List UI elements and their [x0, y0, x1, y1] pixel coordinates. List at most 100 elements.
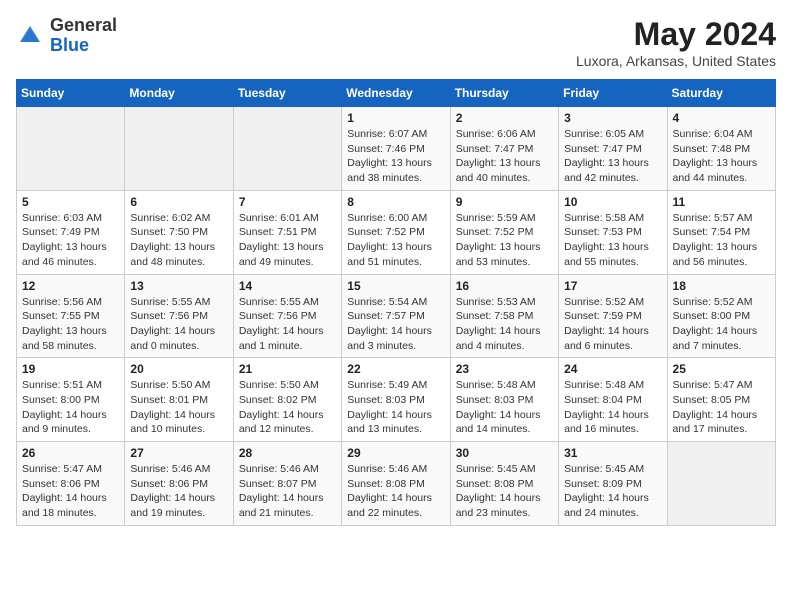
day-info: Sunrise: 5:55 AM Sunset: 7:56 PM Dayligh…: [130, 295, 227, 354]
title-area: May 2024 Luxora, Arkansas, United States: [576, 16, 776, 69]
day-number: 31: [564, 446, 661, 460]
day-info: Sunrise: 5:57 AM Sunset: 7:54 PM Dayligh…: [673, 211, 770, 270]
calendar-cell: 18Sunrise: 5:52 AM Sunset: 8:00 PM Dayli…: [667, 274, 775, 358]
day-info: Sunrise: 6:07 AM Sunset: 7:46 PM Dayligh…: [347, 127, 444, 186]
day-number: 11: [673, 195, 770, 209]
day-number: 12: [22, 279, 119, 293]
day-number: 25: [673, 362, 770, 376]
day-info: Sunrise: 5:46 AM Sunset: 8:07 PM Dayligh…: [239, 462, 336, 521]
calendar-cell: 19Sunrise: 5:51 AM Sunset: 8:00 PM Dayli…: [17, 358, 125, 442]
day-number: 13: [130, 279, 227, 293]
day-number: 29: [347, 446, 444, 460]
weekday-header-saturday: Saturday: [667, 80, 775, 107]
month-title: May 2024: [576, 16, 776, 53]
day-number: 5: [22, 195, 119, 209]
calendar-cell: 1Sunrise: 6:07 AM Sunset: 7:46 PM Daylig…: [342, 107, 450, 191]
weekday-header-friday: Friday: [559, 80, 667, 107]
day-info: Sunrise: 5:53 AM Sunset: 7:58 PM Dayligh…: [456, 295, 553, 354]
calendar-table: SundayMondayTuesdayWednesdayThursdayFrid…: [16, 79, 776, 526]
weekday-header-tuesday: Tuesday: [233, 80, 341, 107]
day-number: 28: [239, 446, 336, 460]
calendar-cell: 3 Sunrise: 6:05 AM Sunset: 7:47 PM Daylig…: [559, 107, 667, 191]
day-info: Sunrise: 5:48 AM Sunset: 8:03 PM Dayligh…: [456, 378, 553, 437]
calendar-cell: 9 Sunrise: 5:59 AM Sunset: 7:52 PM Daylig…: [450, 190, 558, 274]
day-info: Sunrise: 5:50 AM Sunset: 8:01 PM Dayligh…: [130, 378, 227, 437]
day-number: 21: [239, 362, 336, 376]
day-info: Sunrise: 5:46 AM Sunset: 8:08 PM Dayligh…: [347, 462, 444, 521]
calendar-cell: 30 Sunrise: 5:45 AM Sunset: 8:08 PM Dayli…: [450, 442, 558, 526]
calendar-week-4: 19Sunrise: 5:51 AM Sunset: 8:00 PM Dayli…: [17, 358, 776, 442]
day-info: Sunrise: 5:47 AM Sunset: 8:05 PM Dayligh…: [673, 378, 770, 437]
day-number: 20: [130, 362, 227, 376]
calendar-cell: 26 Sunrise: 5:47 AM Sunset: 8:06 PM Dayli…: [17, 442, 125, 526]
calendar-cell: 5 Sunrise: 6:03 AM Sunset: 7:49 PM Daylig…: [17, 190, 125, 274]
day-info: Sunrise: 5:55 AM Sunset: 7:56 PM Dayligh…: [239, 295, 336, 354]
day-number: 17: [564, 279, 661, 293]
day-number: 4: [673, 111, 770, 125]
weekday-header-monday: Monday: [125, 80, 233, 107]
day-info: Sunrise: 6:05 AM Sunset: 7:47 PM Dayligh…: [564, 127, 661, 186]
calendar-cell: 7 Sunrise: 6:01 AM Sunset: 7:51 PM Daylig…: [233, 190, 341, 274]
day-info: Sunrise: 5:48 AM Sunset: 8:04 PM Dayligh…: [564, 378, 661, 437]
calendar-week-5: 26 Sunrise: 5:47 AM Sunset: 8:06 PM Dayli…: [17, 442, 776, 526]
calendar-cell: 24Sunrise: 5:48 AM Sunset: 8:04 PM Dayli…: [559, 358, 667, 442]
calendar-cell: 23Sunrise: 5:48 AM Sunset: 8:03 PM Dayli…: [450, 358, 558, 442]
day-number: 9: [456, 195, 553, 209]
calendar-cell: 25 Sunrise: 5:47 AM Sunset: 8:05 PM Dayli…: [667, 358, 775, 442]
calendar-cell: 29 Sunrise: 5:46 AM Sunset: 8:08 PM Dayli…: [342, 442, 450, 526]
day-info: Sunrise: 5:54 AM Sunset: 7:57 PM Dayligh…: [347, 295, 444, 354]
calendar-week-2: 5 Sunrise: 6:03 AM Sunset: 7:49 PM Daylig…: [17, 190, 776, 274]
calendar-cell: 6 Sunrise: 6:02 AM Sunset: 7:50 PM Daylig…: [125, 190, 233, 274]
day-info: Sunrise: 5:56 AM Sunset: 7:55 PM Dayligh…: [22, 295, 119, 354]
day-number: 8: [347, 195, 444, 209]
day-number: 27: [130, 446, 227, 460]
calendar-week-1: 1Sunrise: 6:07 AM Sunset: 7:46 PM Daylig…: [17, 107, 776, 191]
day-info: Sunrise: 5:52 AM Sunset: 8:00 PM Dayligh…: [673, 295, 770, 354]
calendar-cell: 22 Sunrise: 5:49 AM Sunset: 8:03 PM Dayli…: [342, 358, 450, 442]
day-number: 3: [564, 111, 661, 125]
day-info: Sunrise: 5:45 AM Sunset: 8:09 PM Dayligh…: [564, 462, 661, 521]
day-number: 2: [456, 111, 553, 125]
calendar-cell: 11 Sunrise: 5:57 AM Sunset: 7:54 PM Dayli…: [667, 190, 775, 274]
day-info: Sunrise: 6:03 AM Sunset: 7:49 PM Dayligh…: [22, 211, 119, 270]
logo-text: General Blue: [50, 16, 117, 56]
day-info: Sunrise: 6:04 AM Sunset: 7:48 PM Dayligh…: [673, 127, 770, 186]
day-number: 6: [130, 195, 227, 209]
day-info: Sunrise: 5:47 AM Sunset: 8:06 PM Dayligh…: [22, 462, 119, 521]
day-info: Sunrise: 6:06 AM Sunset: 7:47 PM Dayligh…: [456, 127, 553, 186]
calendar-cell: 12 Sunrise: 5:56 AM Sunset: 7:55 PM Dayli…: [17, 274, 125, 358]
day-number: 10: [564, 195, 661, 209]
day-info: Sunrise: 5:45 AM Sunset: 8:08 PM Dayligh…: [456, 462, 553, 521]
day-info: Sunrise: 6:00 AM Sunset: 7:52 PM Dayligh…: [347, 211, 444, 270]
calendar-cell: 31 Sunrise: 5:45 AM Sunset: 8:09 PM Dayli…: [559, 442, 667, 526]
day-number: 22: [347, 362, 444, 376]
calendar-cell: 15 Sunrise: 5:54 AM Sunset: 7:57 PM Dayli…: [342, 274, 450, 358]
day-number: 26: [22, 446, 119, 460]
day-number: 14: [239, 279, 336, 293]
calendar-cell: 28 Sunrise: 5:46 AM Sunset: 8:07 PM Dayli…: [233, 442, 341, 526]
calendar-cell: 27 Sunrise: 5:46 AM Sunset: 8:06 PM Dayli…: [125, 442, 233, 526]
weekday-header-thursday: Thursday: [450, 80, 558, 107]
day-info: Sunrise: 5:59 AM Sunset: 7:52 PM Dayligh…: [456, 211, 553, 270]
day-info: Sunrise: 5:58 AM Sunset: 7:53 PM Dayligh…: [564, 211, 661, 270]
calendar-cell: [667, 442, 775, 526]
day-info: Sunrise: 6:01 AM Sunset: 7:51 PM Dayligh…: [239, 211, 336, 270]
day-number: 15: [347, 279, 444, 293]
calendar-cell: 16 Sunrise: 5:53 AM Sunset: 7:58 PM Dayli…: [450, 274, 558, 358]
day-info: Sunrise: 5:52 AM Sunset: 7:59 PM Dayligh…: [564, 295, 661, 354]
weekday-header-sunday: Sunday: [17, 80, 125, 107]
calendar-cell: 20 Sunrise: 5:50 AM Sunset: 8:01 PM Dayli…: [125, 358, 233, 442]
calendar-header: SundayMondayTuesdayWednesdayThursdayFrid…: [17, 80, 776, 107]
calendar-cell: [17, 107, 125, 191]
location: Luxora, Arkansas, United States: [576, 53, 776, 69]
day-info: Sunrise: 6:02 AM Sunset: 7:50 PM Dayligh…: [130, 211, 227, 270]
day-number: 30: [456, 446, 553, 460]
day-info: Sunrise: 5:46 AM Sunset: 8:06 PM Dayligh…: [130, 462, 227, 521]
calendar-cell: 14 Sunrise: 5:55 AM Sunset: 7:56 PM Dayli…: [233, 274, 341, 358]
page-header: General Blue May 2024 Luxora, Arkansas, …: [16, 16, 776, 69]
day-number: 19: [22, 362, 119, 376]
calendar-cell: 10 Sunrise: 5:58 AM Sunset: 7:53 PM Dayli…: [559, 190, 667, 274]
day-number: 16: [456, 279, 553, 293]
day-info: Sunrise: 5:49 AM Sunset: 8:03 PM Dayligh…: [347, 378, 444, 437]
day-number: 7: [239, 195, 336, 209]
